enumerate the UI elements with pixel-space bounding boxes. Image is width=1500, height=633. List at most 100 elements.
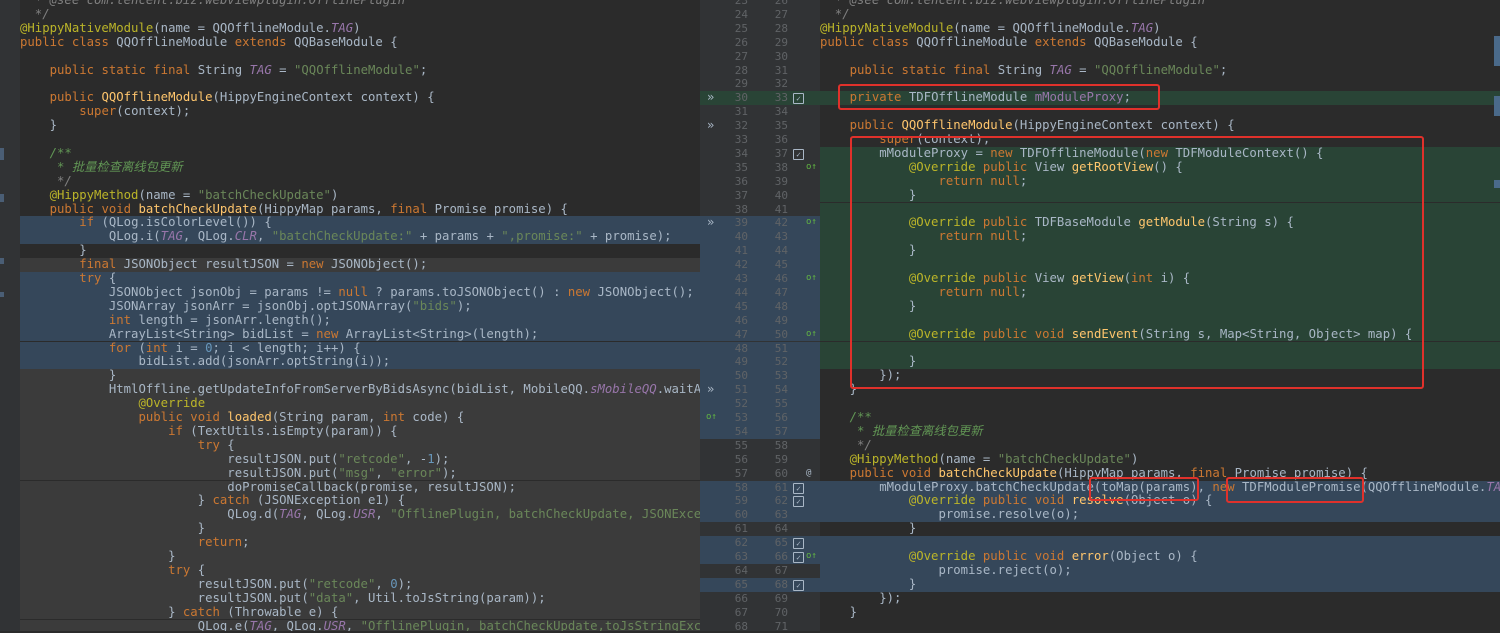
code-line[interactable]: try {	[20, 272, 700, 286]
code-line[interactable]: JSONArray jsonArr = jsonObj.optJSONArray…	[20, 300, 700, 314]
line-number-right: 53	[762, 369, 788, 383]
code-line[interactable]: } catch (JSONException e1) {	[20, 494, 700, 508]
code-line[interactable]: */	[820, 439, 1500, 453]
line-number-right: 31	[762, 64, 788, 78]
code-line[interactable]: public QQOfflineModule(HippyEngineContex…	[820, 119, 1500, 133]
code-line[interactable]: for (int i = 0; i < length; i++) {	[20, 342, 700, 356]
code-line[interactable]: }	[820, 606, 1500, 620]
code-line[interactable]	[820, 397, 1500, 411]
code-line[interactable]: }	[20, 244, 700, 258]
code-line[interactable]: resultJSON.put("data", Util.toJsString(p…	[20, 592, 700, 606]
code-line[interactable]: }	[20, 522, 700, 536]
code-line[interactable]: */	[820, 8, 1500, 22]
code-line[interactable]: public static final String TAG = "QQOffl…	[20, 64, 700, 78]
code-line[interactable]: public void batchCheckUpdate(HippyMap pa…	[20, 203, 700, 217]
gutter-row	[700, 272, 820, 286]
checkbox-icon[interactable]: ✓	[793, 149, 804, 160]
code-line[interactable]: @HippyNativeModule(name = QQOfflineModul…	[20, 22, 700, 36]
code-line[interactable]: resultJSON.put("retcode", 0);	[20, 578, 700, 592]
line-number-right: 34	[762, 105, 788, 119]
code-line[interactable]: @Override public void error(Object o) {	[820, 550, 1500, 564]
code-line[interactable]	[820, 50, 1500, 64]
code-line[interactable]	[20, 50, 700, 64]
code-line[interactable]: public static final String TAG = "QQOffl…	[820, 64, 1500, 78]
code-line[interactable]: int length = jsonArr.length();	[20, 314, 700, 328]
code-line[interactable]: QLog.e(TAG, QLog.USR, "OfflinePlugin, ba…	[20, 620, 700, 632]
code-line[interactable]: */	[20, 175, 700, 189]
left-code-area[interactable]: * @see com.tencent.biz.webviewplugin.Off…	[20, 0, 700, 631]
code-line-text: /**	[820, 411, 872, 425]
code-line[interactable]: final JSONObject resultJSON = new JSONOb…	[20, 258, 700, 272]
apply-change-icon[interactable]: »	[707, 216, 714, 230]
line-number-right: 51	[762, 342, 788, 356]
code-line[interactable]: resultJSON.put("msg", "error");	[20, 467, 700, 481]
code-line[interactable]: resultJSON.put("retcode", -1);	[20, 453, 700, 467]
code-line[interactable]: promise.reject(o);	[820, 564, 1500, 578]
code-line[interactable]: try {	[20, 564, 700, 578]
code-line[interactable]: }	[20, 550, 700, 564]
code-line[interactable]: /**	[820, 411, 1500, 425]
code-line[interactable]: }	[820, 578, 1500, 592]
code-line[interactable]: doPromiseCallback(promise, resultJSON);	[20, 481, 700, 495]
code-line[interactable]: try {	[20, 439, 700, 453]
code-line[interactable]: public class QQOfflineModule extends QQB…	[20, 36, 700, 50]
code-line-text: */	[820, 439, 872, 453]
checkbox-icon[interactable]: ✓	[793, 538, 804, 549]
line-number-right: 64	[762, 522, 788, 536]
line-number-left: 28	[722, 64, 748, 78]
diff-viewer: * @see com.tencent.biz.webviewplugin.Off…	[0, 0, 1500, 631]
code-line[interactable]: if (QLog.isColorLevel()) {	[20, 216, 700, 230]
code-line[interactable]: bidList.add(jsonArr.optString(i));	[20, 355, 700, 369]
code-line-text: public static final String TAG = "QQOffl…	[820, 64, 1227, 78]
apply-change-icon[interactable]: »	[707, 91, 714, 105]
checkbox-icon[interactable]: ✓	[793, 552, 804, 563]
code-line[interactable]: ArrayList<String> bidList = new ArrayLis…	[20, 328, 700, 342]
code-line[interactable]: @Override	[20, 397, 700, 411]
line-number-right: 37	[762, 147, 788, 161]
code-line[interactable]: promise.resolve(o);	[820, 508, 1500, 522]
code-line[interactable]: }	[820, 522, 1500, 536]
apply-change-icon[interactable]: »	[707, 119, 714, 133]
code-line[interactable]: * @see com.tencent.biz.webviewplugin.Off…	[20, 0, 700, 8]
code-line[interactable]: }	[20, 369, 700, 383]
code-line-text: }	[20, 119, 57, 133]
code-line[interactable]: public void loaded(String param, int cod…	[20, 411, 700, 425]
checkbox-icon[interactable]: ✓	[793, 496, 804, 507]
code-line[interactable]: QLog.i(TAG, QLog.CLR, "batchCheckUpdate:…	[20, 230, 700, 244]
code-line[interactable]: * 批量检查离线包更新	[20, 161, 700, 175]
line-number-left: 62	[722, 536, 748, 550]
code-line[interactable]	[20, 133, 700, 147]
left-editor-pane[interactable]: * @see com.tencent.biz.webviewplugin.Off…	[0, 0, 700, 631]
code-line[interactable]	[820, 620, 1500, 632]
code-line[interactable]: public QQOfflineModule(HippyEngineContex…	[20, 91, 700, 105]
code-line[interactable]: @HippyMethod(name = "batchCheckUpdate")	[820, 453, 1500, 467]
code-line[interactable]: @HippyMethod(name = "batchCheckUpdate")	[20, 189, 700, 203]
code-line[interactable]: @HippyNativeModule(name = QQOfflineModul…	[820, 22, 1500, 36]
line-number-right: 54	[762, 383, 788, 397]
code-line[interactable]: super(context);	[20, 105, 700, 119]
code-line[interactable]: });	[820, 592, 1500, 606]
code-line[interactable]: JSONObject jsonObj = params != null ? pa…	[20, 286, 700, 300]
checkbox-icon[interactable]: ✓	[793, 93, 804, 104]
code-line[interactable]: HtmlOffline.getUpdateInfoFromServerByBid…	[20, 383, 700, 397]
checkbox-icon[interactable]: ✓	[793, 483, 804, 494]
code-line[interactable]: if (TextUtils.isEmpty(param)) {	[20, 425, 700, 439]
checkbox-icon[interactable]: ✓	[793, 580, 804, 591]
code-line[interactable]: /**	[20, 147, 700, 161]
apply-change-icon[interactable]: »	[707, 383, 714, 397]
code-line[interactable]: */	[20, 8, 700, 22]
code-line[interactable]: } catch (Throwable e) {	[20, 606, 700, 620]
code-line[interactable]: return;	[20, 536, 700, 550]
code-line-text: @Override	[20, 397, 205, 411]
code-line[interactable]: QLog.d(TAG, QLog.USR, "OfflinePlugin, ba…	[20, 508, 700, 522]
code-line[interactable]: }	[20, 119, 700, 133]
code-line[interactable]: * @see com.tencent.biz.webviewplugin.Off…	[820, 0, 1500, 8]
code-line[interactable]: * 批量检查离线包更新	[820, 425, 1500, 439]
code-line[interactable]: public class QQOfflineModule extends QQB…	[820, 36, 1500, 50]
line-number-left: 46	[722, 314, 748, 328]
code-line[interactable]	[20, 77, 700, 91]
code-line-text: HtmlOffline.getUpdateInfoFromServerByBid…	[20, 383, 700, 397]
gutter-row	[700, 342, 820, 356]
code-line[interactable]	[820, 536, 1500, 550]
change-marker	[0, 148, 4, 160]
